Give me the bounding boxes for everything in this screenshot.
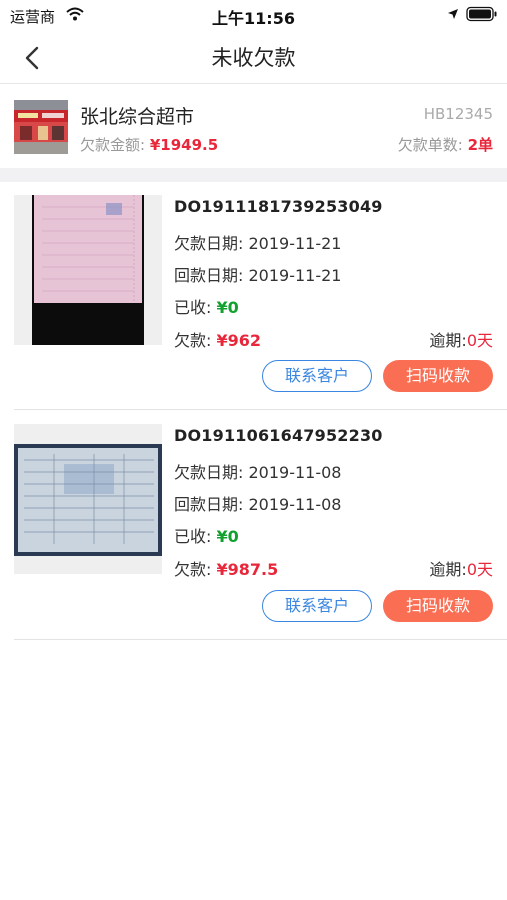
debt-date-label: 欠款日期: [174,463,244,482]
debt-date-value: 2019-11-08 [248,463,342,482]
scan-collect-button[interactable]: 扫码收款 [383,590,493,622]
debt-count-label: 欠款单数: [397,136,463,154]
contact-customer-button[interactable]: 联系客户 [262,360,372,392]
store-code: HB12345 [423,105,493,123]
overdue-label: 逾期: [429,560,467,579]
card-divider [14,409,507,410]
overdue-row: 逾期:0天 [429,327,493,351]
battery-icon [466,6,497,22]
received-value: ¥0 [216,298,239,317]
contact-customer-button[interactable]: 联系客户 [262,590,372,622]
overdue-value: 0天 [466,560,493,579]
receipt-photo[interactable] [14,195,162,345]
total-debt-label: 欠款金额: [80,136,146,154]
page-title: 未收欠款 [211,46,296,70]
debt-date-label: 欠款日期: [174,234,244,253]
received-label: 已收: [174,527,212,546]
debt-value: ¥987.5 [216,560,279,579]
total-debt-amount: 欠款金额: ¥1949.5 [80,134,218,155]
nav-bar: 未收欠款 [0,32,507,84]
debt-count-value: 2单 [467,136,493,154]
debt-date-value: 2019-11-21 [248,234,342,253]
received-row: 已收: ¥0 [174,294,239,318]
received-row: 已收: ¥0 [174,523,239,547]
section-separator [0,168,507,182]
store-photo [14,100,68,154]
debt-label: 欠款: [174,331,212,350]
overdue-row: 逾期:0天 [429,556,493,580]
location-arrow-icon [448,9,458,19]
debt-value: ¥962 [216,331,262,350]
debt-row: 欠款: ¥987.5 [174,556,278,580]
debt-date-row: 欠款日期: 2019-11-21 [174,230,341,254]
repay-date-value: 2019-11-21 [248,266,342,285]
debt-order-count: 欠款单数: 2单 [398,134,493,155]
repay-date-row: 回款日期: 2019-11-08 [174,491,341,515]
order-number: DO1911181739253049 [174,197,383,216]
order-card: DO1911061647952230 欠款日期: 2019-11-08 回款日期… [0,411,507,641]
repay-date-row: 回款日期: 2019-11-21 [174,262,341,286]
received-label: 已收: [174,298,212,317]
repay-date-label: 回款日期: [174,266,244,285]
total-debt-value: ¥1949.5 [149,136,219,154]
overdue-label: 逾期: [429,331,467,350]
overdue-value: 0天 [466,331,493,350]
store-name: 张北综合超市 [80,106,195,128]
status-bar: 运营商 上午11:56 [0,0,507,32]
order-card: DO1911181739253049 欠款日期: 2019-11-21 回款日期… [0,182,507,410]
debt-date-row: 欠款日期: 2019-11-08 [174,459,341,483]
status-time: 上午11:56 [212,9,295,28]
order-number: DO1911061647952230 [174,426,383,445]
receipt-photo[interactable] [14,424,162,574]
card-divider [14,639,507,640]
repay-date-label: 回款日期: [174,495,244,514]
debt-label: 欠款: [174,560,212,579]
debt-row: 欠款: ¥962 [174,327,261,351]
repay-date-value: 2019-11-08 [248,495,342,514]
store-summary: 张北综合超市 HB12345 欠款金额: ¥1949.5 欠款单数: 2单 [0,86,507,168]
received-value: ¥0 [216,527,239,546]
scan-collect-button[interactable]: 扫码收款 [383,360,493,392]
